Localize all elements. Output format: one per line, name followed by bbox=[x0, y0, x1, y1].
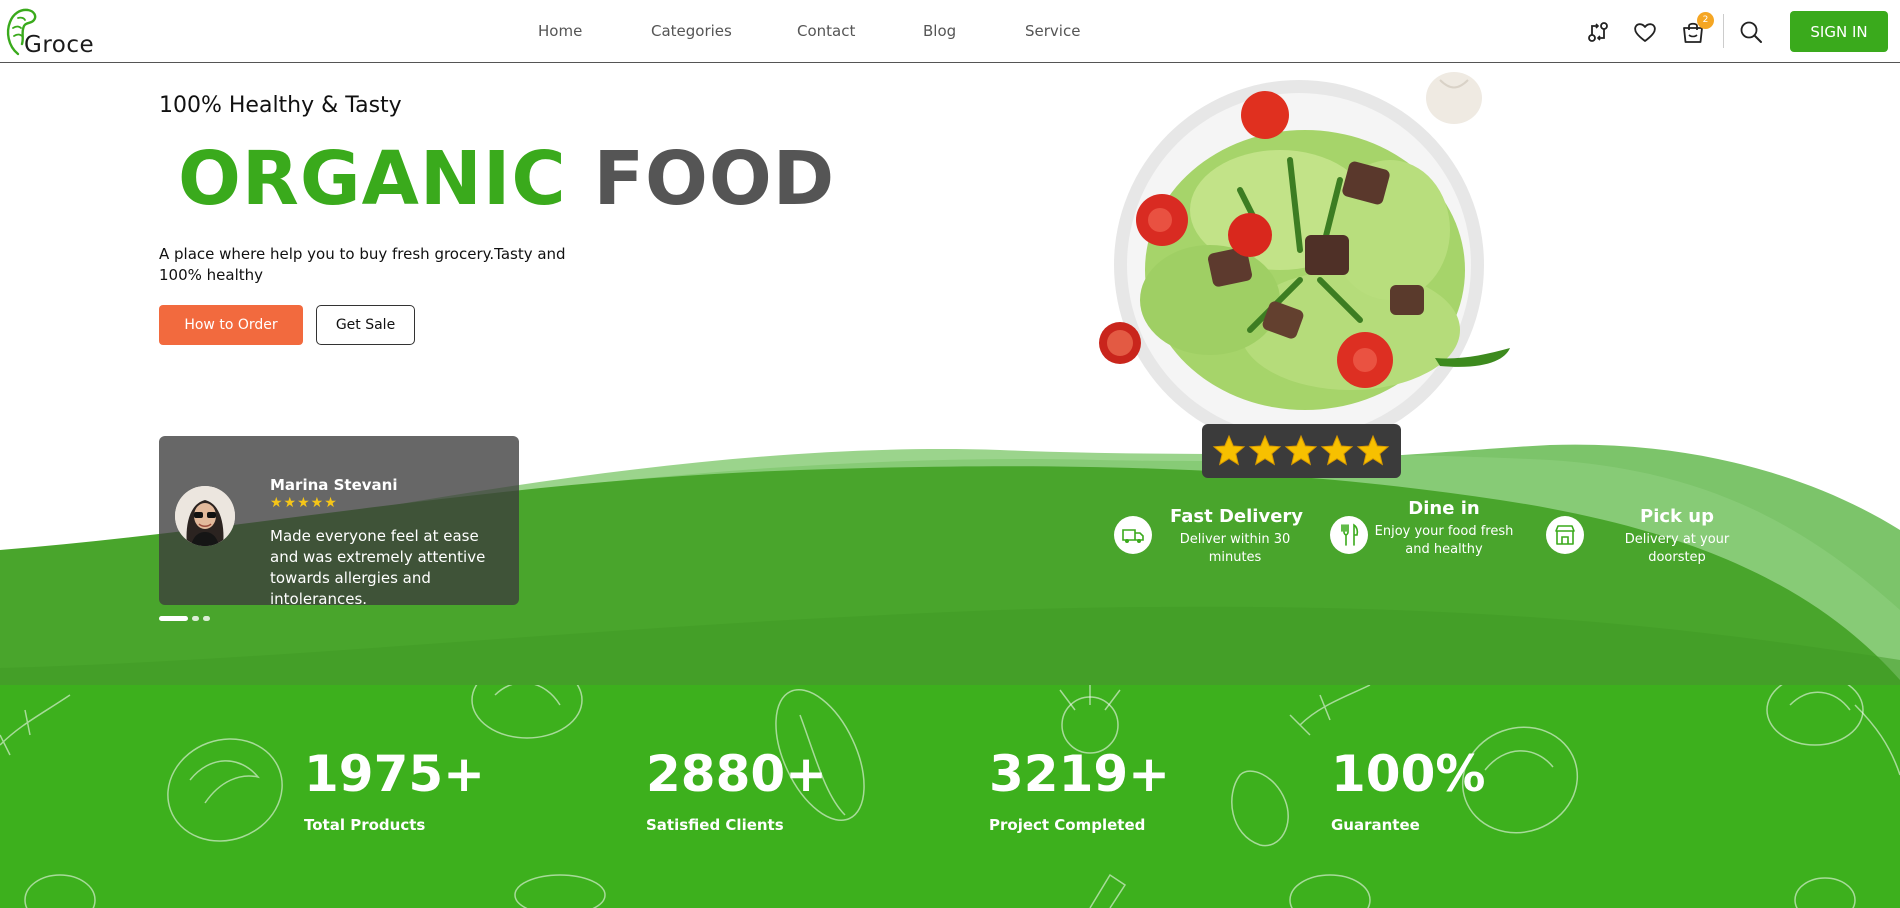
utensils-icon bbox=[1330, 516, 1368, 554]
stat-label-projects: Project Completed bbox=[989, 816, 1146, 834]
avatar bbox=[175, 486, 235, 546]
testimonial-card: Marina Stevani ★★★★★ Made everyone feel … bbox=[159, 436, 519, 608]
stat-label-clients: Satisfied Clients bbox=[646, 816, 784, 834]
feature-text-pick-up: Delivery at your doorstep bbox=[1624, 532, 1730, 565]
sign-in-button[interactable]: SIGN IN bbox=[1790, 11, 1888, 52]
how-to-order-button[interactable]: How to Order bbox=[159, 305, 303, 345]
feature-title-pick-up: Pick up bbox=[1640, 506, 1714, 527]
header-divider bbox=[1723, 14, 1724, 48]
logo-text: Groce bbox=[24, 32, 95, 58]
headline-food: FOOD bbox=[593, 136, 836, 222]
get-sale-button[interactable]: Get Sale bbox=[316, 305, 415, 345]
brand-logo[interactable]: Groce bbox=[4, 6, 94, 58]
rating-badge bbox=[1202, 424, 1401, 478]
headline-organic: ORGANIC bbox=[178, 136, 567, 222]
stat-value-products: 1975+ bbox=[304, 745, 486, 803]
nav-service[interactable]: Service bbox=[1025, 22, 1080, 40]
delivery-truck-icon bbox=[1114, 516, 1152, 554]
hero-description: A place where help you to buy fresh groc… bbox=[159, 245, 566, 284]
heart-icon[interactable] bbox=[1631, 18, 1659, 46]
review-text: Made everyone feel at ease and was extre… bbox=[270, 527, 486, 608]
stat-label-guarantee: Guarantee bbox=[1331, 816, 1420, 834]
cart-count-badge: 2 bbox=[1697, 12, 1714, 29]
compare-icon[interactable] bbox=[1584, 18, 1612, 46]
site-header: Groce Home Categories Contact Blog Servi… bbox=[0, 0, 1900, 63]
feature-title-fast-delivery: Fast Delivery bbox=[1170, 506, 1304, 527]
search-icon[interactable] bbox=[1737, 18, 1765, 46]
vegetable-doodle-background bbox=[0, 685, 1900, 908]
nav-blog[interactable]: Blog bbox=[923, 22, 956, 40]
nav-contact[interactable]: Contact bbox=[797, 22, 855, 40]
feature-text-dine-in: Enjoy your food fresh and healthy bbox=[1374, 524, 1514, 557]
nav-categories[interactable]: Categories bbox=[651, 22, 732, 40]
stat-value-clients: 2880+ bbox=[646, 745, 828, 803]
feature-title-dine-in: Dine in bbox=[1408, 498, 1480, 519]
review-stars: ★★★★★ bbox=[270, 495, 338, 511]
stat-label-products: Total Products bbox=[304, 816, 426, 834]
carousel-dot-3[interactable] bbox=[203, 616, 210, 621]
feature-text-fast-delivery: Deliver within 30 minutes bbox=[1179, 532, 1291, 565]
nav-home[interactable]: Home bbox=[538, 22, 582, 40]
hero-headline: ORGANIC FOOD bbox=[178, 136, 835, 222]
carousel-dot-1[interactable] bbox=[159, 616, 188, 621]
stat-value-projects: 3219+ bbox=[989, 745, 1171, 803]
store-icon bbox=[1546, 516, 1584, 554]
five-stars-icon bbox=[1212, 434, 1390, 466]
carousel-dot-2[interactable] bbox=[192, 616, 199, 621]
salad-bowl-image bbox=[1099, 72, 1510, 450]
stat-value-guarantee: 100% bbox=[1331, 745, 1486, 803]
stats-section: 1975+ Total Products 2880+ Satisfied Cli… bbox=[0, 685, 1900, 908]
reviewer-name: Marina Stevani bbox=[270, 476, 398, 494]
hero-tagline: 100% Healthy & Tasty bbox=[159, 93, 402, 118]
